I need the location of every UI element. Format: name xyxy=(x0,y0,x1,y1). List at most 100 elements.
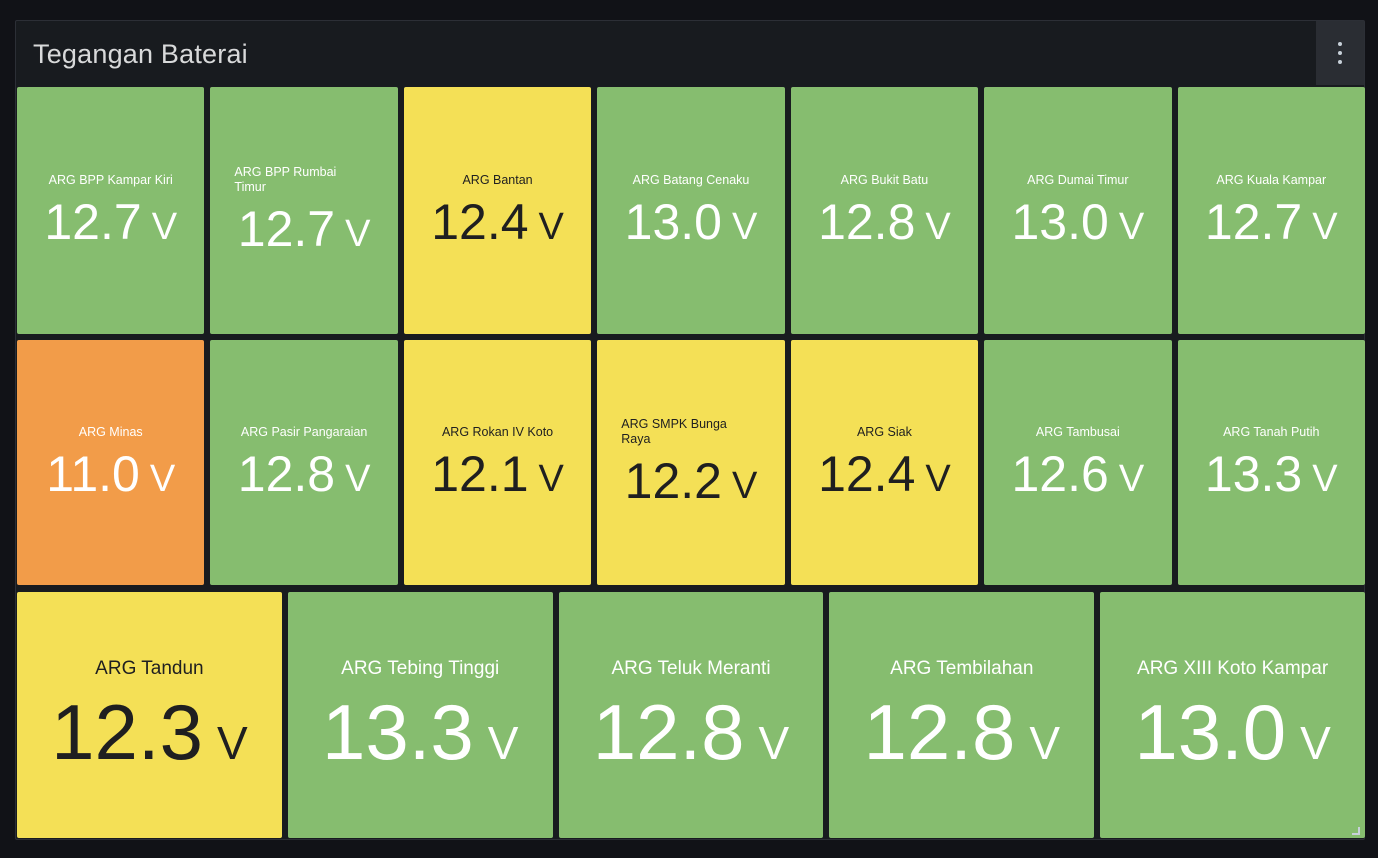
stat-tile[interactable]: ARG Tambusai 12.6 V xyxy=(984,340,1172,585)
stat-tile-value: 12.7 xyxy=(44,193,142,250)
stat-tile-value-row: 12.6 V xyxy=(1012,448,1145,501)
panel-header[interactable]: Tegangan Baterai xyxy=(16,21,1364,85)
stat-tile[interactable]: ARG Tembilahan 12.8 V xyxy=(829,592,1095,838)
stat-tile[interactable]: ARG Tebing Tinggi 13.3 V xyxy=(287,592,553,838)
stat-tile[interactable]: ARG Rokan IV Koto 12.1 V xyxy=(403,340,592,585)
stat-tile-value: 12.8 xyxy=(818,193,916,250)
stat-tile-label: ARG Dumai Timur xyxy=(1027,172,1129,187)
stat-tile[interactable]: ARG BPP Rumbai Timur 12.7 V xyxy=(210,87,398,334)
stat-tile-label: ARG Batang Cenaku xyxy=(632,172,750,187)
stat-tile-label: ARG Tembilahan xyxy=(890,658,1034,679)
stat-tile-value: 12.7 xyxy=(237,201,336,257)
stat-tile[interactable]: ARG Siak 12.4 V xyxy=(790,340,979,585)
stat-tile-value: 12.7 xyxy=(1204,193,1303,250)
stat-tile-value-row: 12.1 V xyxy=(431,448,564,501)
stat-tile-value: 12.3 xyxy=(51,688,203,776)
stat-tile-unit: V xyxy=(1312,205,1338,248)
stat-tile-value-row: 12.8 V xyxy=(238,448,371,501)
stat-tile-unit: V xyxy=(1312,457,1338,500)
stat-tile[interactable]: ARG BPP Kampar Kiri 12.7 V xyxy=(17,87,205,334)
stat-tile[interactable]: ARG Bukit Batu 12.8 V xyxy=(790,87,979,334)
stat-tile-unit: V xyxy=(538,457,564,500)
stat-tile-value: 12.4 xyxy=(818,445,916,502)
stat-tile-value-row: 12.7 V xyxy=(238,203,371,256)
stat-tile-label: ARG Kuala Kampar xyxy=(1216,172,1327,187)
stat-tile-label: ARG Bukit Batu xyxy=(840,172,929,187)
stat-tile[interactable]: ARG Dumai Timur 13.0 V xyxy=(984,87,1172,334)
stat-tile-unit: V xyxy=(925,457,951,500)
stat-tile-value-row: 13.0 V xyxy=(1134,692,1331,772)
stat-tile-unit: V xyxy=(731,205,758,248)
stat-tile-label: ARG SMPK Bunga Raya xyxy=(621,417,727,446)
stat-tile-value: 11.0 xyxy=(46,445,140,502)
stat-tile-unit: V xyxy=(1118,457,1145,500)
stat-tile-value: 12.8 xyxy=(863,688,1016,776)
stat-tile-value-row: 12.3 V xyxy=(51,692,248,772)
stat-tile-unit: V xyxy=(149,457,176,500)
stat-tile-value-row: 13.3 V xyxy=(322,692,519,772)
stat-tile-value: 13.0 xyxy=(624,193,722,250)
stat-tile-unit: V xyxy=(758,717,790,769)
stat-tile-value-row: 13.0 V xyxy=(1012,196,1145,249)
stat-tile-value-row: 12.4 V xyxy=(431,196,564,249)
stat-tile-unit: V xyxy=(1029,717,1061,769)
stat-tile-label: ARG Minas xyxy=(78,424,143,439)
stat-tile-unit: V xyxy=(731,465,758,507)
stat-tile-value-row: 12.4 V xyxy=(818,448,951,501)
panel-title: Tegangan Baterai xyxy=(33,39,248,69)
stat-tile-unit: V xyxy=(151,205,178,248)
stat-tile-label: ARG Tebing Tinggi xyxy=(341,658,500,679)
stat-tile-value-row: 12.7 V xyxy=(44,196,177,249)
stat-tile-unit: V xyxy=(216,717,248,769)
stat-tile-value: 12.8 xyxy=(237,445,336,502)
stat-tile-value: 12.8 xyxy=(592,688,745,776)
stat-tile-value: 13.0 xyxy=(1011,193,1109,250)
stat-tile-value-row: 13.0 V xyxy=(625,196,758,249)
stat-tile-value: 13.3 xyxy=(1204,445,1303,502)
stat-tile[interactable]: ARG XIII Koto Kampar 13.0 V xyxy=(1100,592,1365,838)
stat-tile[interactable]: ARG Teluk Meranti 12.8 V xyxy=(558,592,824,838)
stat-tile-value-row: 12.8 V xyxy=(864,692,1061,772)
stat-tile-label: ARG XIII Koto Kampar xyxy=(1137,658,1329,679)
stat-tile-label: ARG Rokan IV Koto xyxy=(441,424,554,439)
stat-tile-unit: V xyxy=(925,205,951,248)
stat-tile-value: 13.3 xyxy=(321,688,474,776)
stat-tile[interactable]: ARG Kuala Kampar 12.7 V xyxy=(1177,87,1365,334)
stat-tile-label: ARG Teluk Meranti xyxy=(611,658,771,679)
stat-tile[interactable]: ARG Minas 11.0 V xyxy=(17,340,205,585)
stat-tile[interactable]: ARG Batang Cenaku 13.0 V xyxy=(597,87,785,334)
stat-tile-value-row: 12.8 V xyxy=(818,196,951,249)
stat-tile-unit: V xyxy=(345,213,371,255)
stat-tile-value-row: 12.2 V xyxy=(625,455,758,508)
stat-tile[interactable]: ARG Tandun 12.3 V xyxy=(17,592,282,838)
stat-tile-label: ARG Tanah Putih xyxy=(1223,424,1320,439)
stat-tile-unit: V xyxy=(487,717,519,769)
stat-tile-value-row: 13.3 V xyxy=(1205,448,1338,501)
stat-tile-value-row: 12.8 V xyxy=(593,692,790,772)
stat-tile-label: ARG Siak xyxy=(856,424,912,439)
stat-tile-label: ARG Pasir Pangaraian xyxy=(240,424,368,439)
stat-tile-unit: V xyxy=(345,457,371,500)
stat-tile-value: 12.4 xyxy=(431,193,529,250)
stat-tile-value-row: 11.0 V xyxy=(46,448,175,501)
stat-tile-value: 12.6 xyxy=(1011,445,1109,502)
stat-tile-unit: V xyxy=(1300,717,1331,769)
stat-tile-value: 13.0 xyxy=(1134,688,1287,776)
stat-tile-unit: V xyxy=(1118,205,1145,248)
stat-tile[interactable]: ARG Bantan 12.4 V xyxy=(403,87,592,334)
panel-menu-button[interactable] xyxy=(1316,21,1364,85)
stat-tile[interactable]: ARG Tanah Putih 13.3 V xyxy=(1177,340,1365,585)
stat-tile-value: 12.2 xyxy=(624,453,722,509)
stat-tile-label: ARG BPP Rumbai Timur xyxy=(234,165,337,194)
stat-tile[interactable]: ARG SMPK Bunga Raya 12.2 V xyxy=(597,340,785,585)
stat-tile-label: ARG BPP Kampar Kiri xyxy=(48,172,173,187)
stat-tile-label: ARG Bantan xyxy=(462,172,533,187)
stat-tile-unit: V xyxy=(538,205,564,248)
kebab-menu-icon xyxy=(1338,42,1342,64)
stat-tile-value: 12.1 xyxy=(431,445,529,502)
stat-tile-label: ARG Tambusai xyxy=(1035,424,1120,439)
stat-tile[interactable]: ARG Pasir Pangaraian 12.8 V xyxy=(210,340,398,585)
stat-tile-label: ARG Tandun xyxy=(95,658,204,679)
resize-handle-icon[interactable] xyxy=(1352,827,1360,835)
stat-tile-value-row: 12.7 V xyxy=(1205,196,1338,249)
